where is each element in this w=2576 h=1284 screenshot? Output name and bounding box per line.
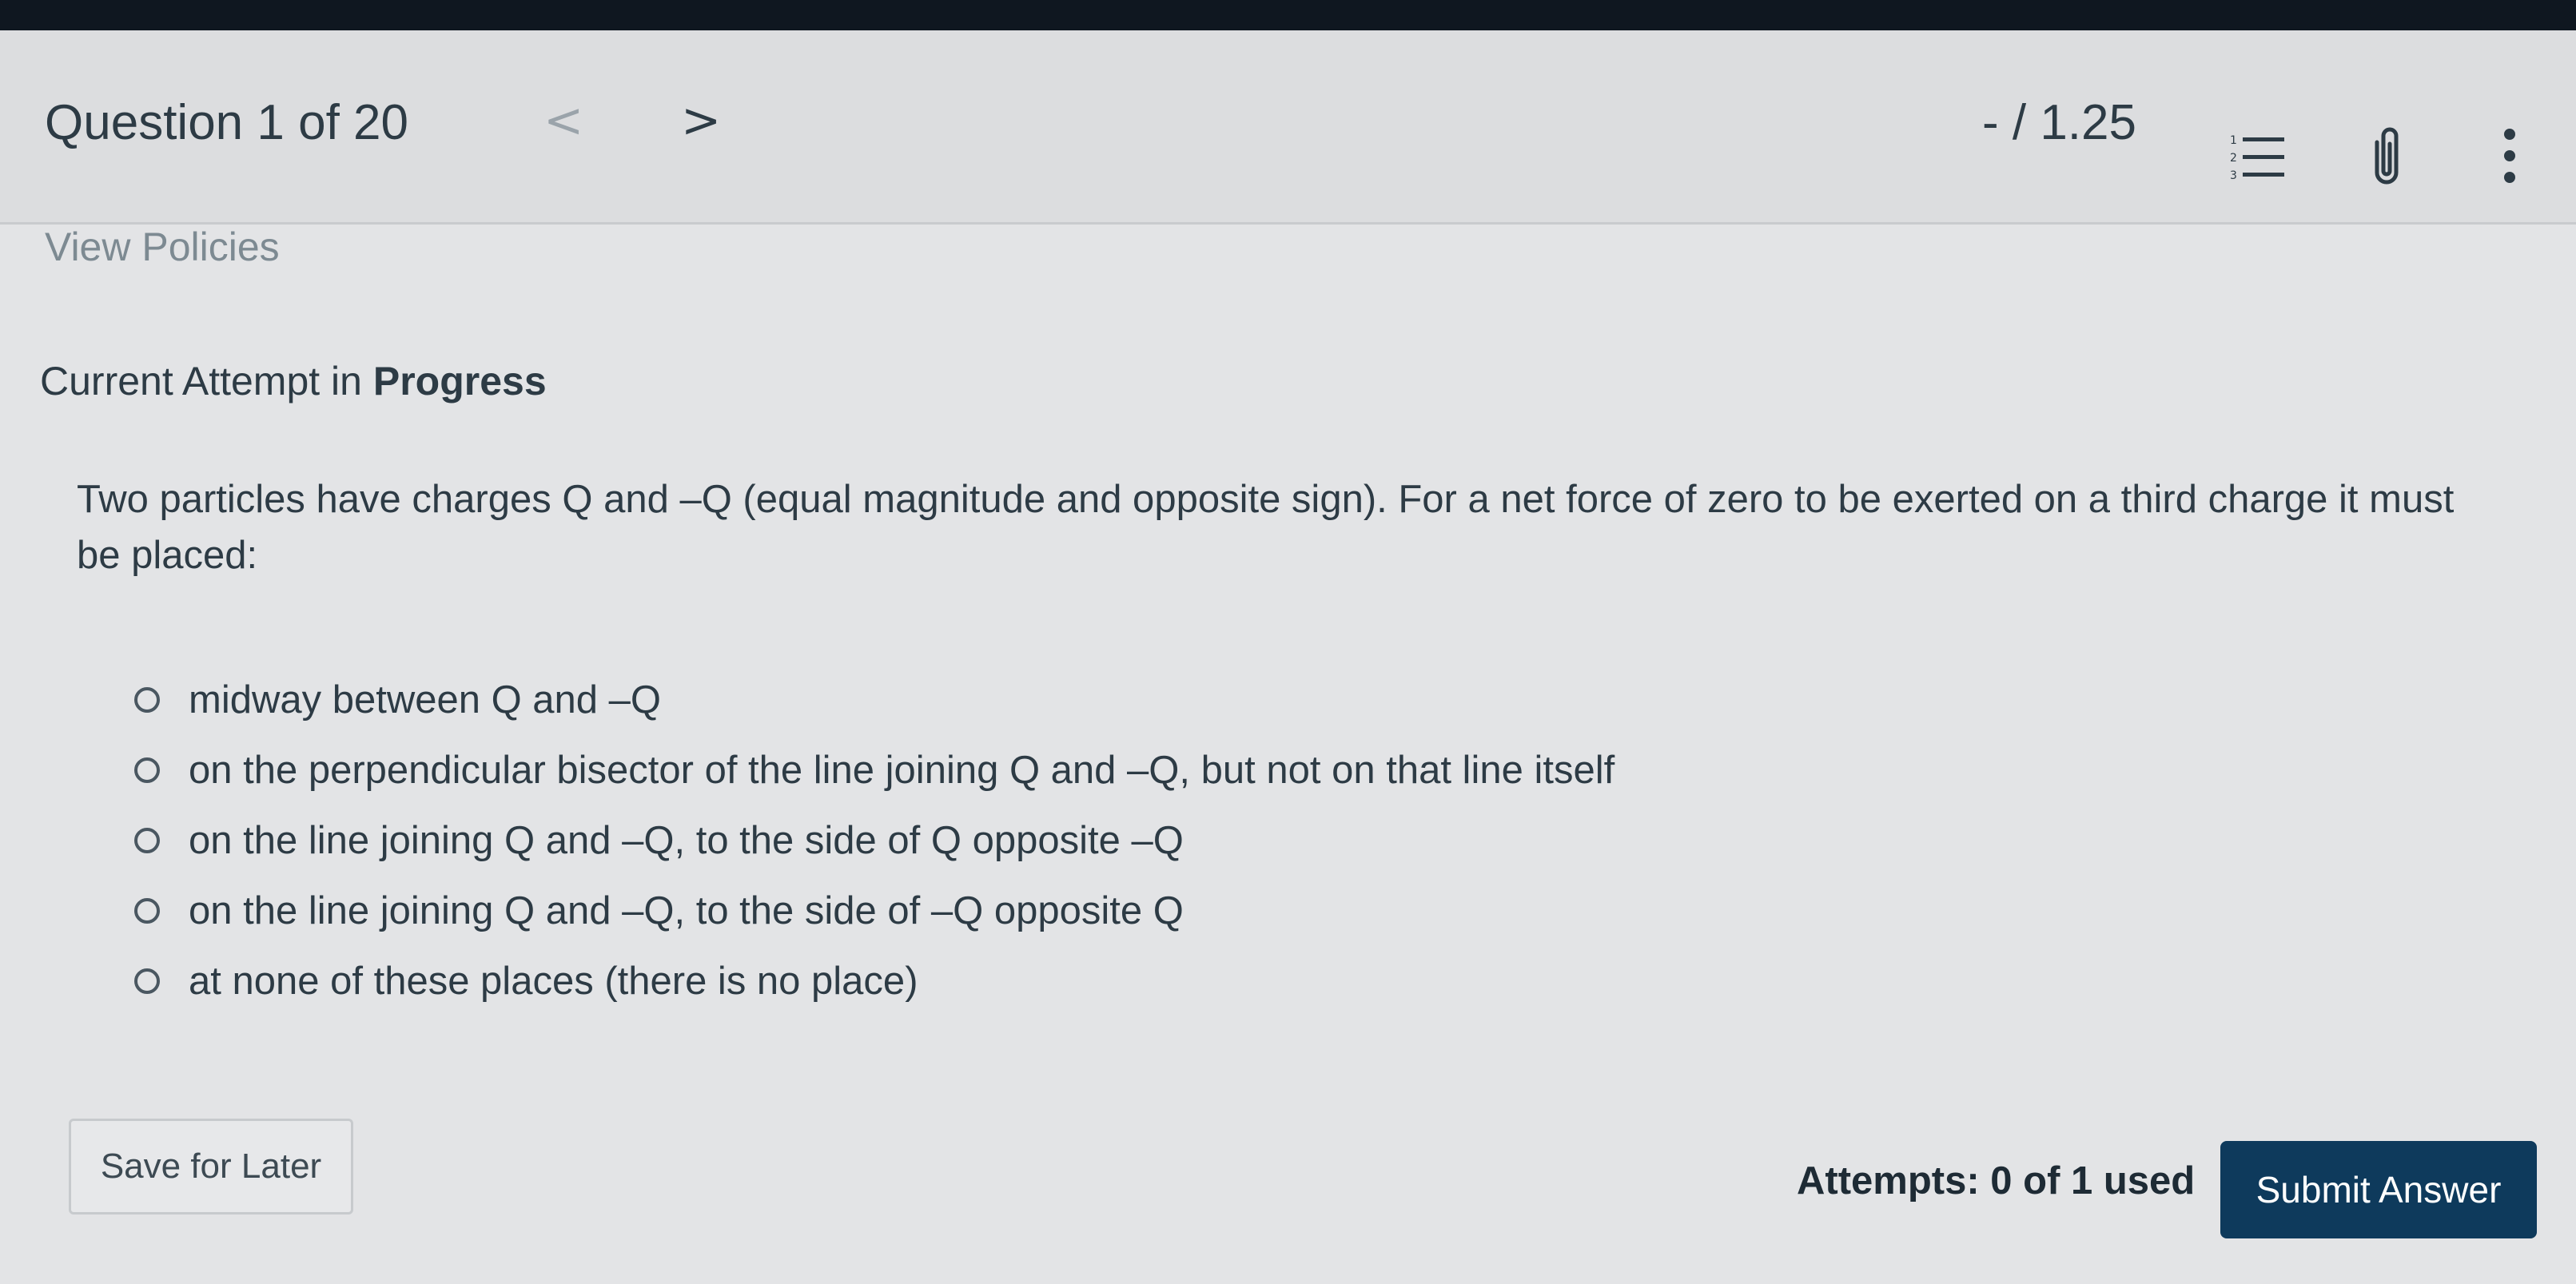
more-vertical-icon[interactable] [2502, 128, 2518, 186]
previous-question-button[interactable]: < [543, 93, 583, 149]
answer-option[interactable]: at none of these places (there is no pla… [134, 946, 1614, 1016]
top-bar [0, 0, 2576, 30]
svg-text:2: 2 [2230, 152, 2237, 165]
svg-text:1: 1 [2230, 134, 2237, 147]
list-icon[interactable]: 1 2 3 [2230, 133, 2286, 185]
answer-option-label: on the line joining Q and –Q, to the sid… [189, 819, 1184, 862]
radio-button[interactable] [134, 687, 160, 713]
radio-button[interactable] [134, 757, 160, 783]
attempt-status-prefix: Current Attempt in [40, 359, 373, 403]
question-text: Two particles have charges Q and –Q (equ… [77, 478, 2455, 577]
answer-option-label: at none of these places (there is no pla… [189, 960, 918, 1003]
view-policies-link[interactable]: View Policies [45, 224, 280, 270]
attempts-counter: Attempts: 0 of 1 used [1797, 1159, 2196, 1203]
svg-text:3: 3 [2230, 169, 2237, 182]
submit-answer-button[interactable]: Submit Answer [2220, 1141, 2537, 1238]
radio-button[interactable] [134, 898, 160, 924]
radio-button[interactable] [134, 968, 160, 994]
save-for-later-button[interactable]: Save for Later [69, 1119, 353, 1214]
answer-option[interactable]: midway between Q and –Q [134, 665, 1614, 735]
question-score: - / 1.25 [1982, 95, 2136, 150]
attempt-status-emphasis: Progress [372, 359, 547, 403]
question-counter: Question 1 of 20 [45, 95, 408, 150]
radio-button[interactable] [134, 828, 160, 853]
answer-option[interactable]: on the line joining Q and –Q, to the sid… [134, 876, 1614, 946]
next-question-button[interactable]: > [681, 93, 721, 149]
attempt-status: Current Attempt in Progress [40, 358, 547, 404]
answer-options: midway between Q and –Q on the perpendic… [134, 665, 1614, 1016]
paperclip-icon[interactable] [2366, 125, 2407, 193]
question-header: Question 1 of 20 < > - / 1.25 1 2 3 [0, 30, 2576, 225]
answer-option[interactable]: on the line joining Q and –Q, to the sid… [134, 805, 1614, 876]
answer-option-label: on the perpendicular bisector of the lin… [189, 749, 1615, 792]
answer-option[interactable]: on the perpendicular bisector of the lin… [134, 735, 1614, 805]
answer-option-label: on the line joining Q and –Q, to the sid… [189, 889, 1184, 932]
answer-option-label: midway between Q and –Q [189, 678, 662, 722]
